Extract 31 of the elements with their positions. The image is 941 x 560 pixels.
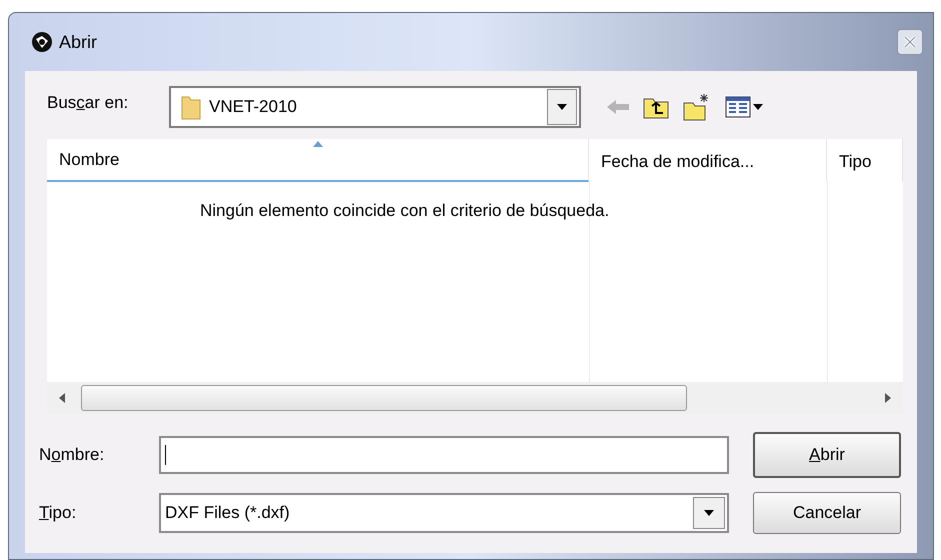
- dropdown-button[interactable]: [693, 497, 725, 529]
- scrollbar-thumb[interactable]: [81, 385, 687, 411]
- file-name-field[interactable]: [159, 436, 729, 474]
- window-title: Abrir: [59, 30, 98, 54]
- caret-icon: [704, 510, 714, 516]
- new-folder-icon[interactable]: [683, 93, 711, 121]
- folder-name: VNET-2010: [209, 96, 298, 118]
- close-button[interactable]: [897, 29, 923, 55]
- file-type-dropdown[interactable]: DXF Files (*.dxf): [159, 493, 729, 533]
- view-menu-icon[interactable]: [725, 96, 751, 118]
- column-header[interactable]: Tipo: [827, 139, 903, 182]
- caret-icon[interactable]: [753, 104, 763, 110]
- open-button[interactable]: Abrir: [753, 432, 901, 478]
- file-name-label: Nombre:: [39, 444, 106, 466]
- sort-arrow-icon: [313, 141, 323, 147]
- caret-icon: [557, 104, 567, 110]
- look-in-dropdown[interactable]: VNET-2010: [169, 86, 581, 128]
- scroll-right-icon[interactable]: [885, 393, 891, 403]
- file-type-label: Tipo:: [39, 502, 78, 524]
- file-type-value: DXF Files (*.dxf): [165, 502, 291, 524]
- horizontal-scrollbar[interactable]: [47, 382, 903, 414]
- app-logo-icon: [31, 31, 53, 53]
- column-header[interactable]: Nombre: [47, 139, 589, 182]
- look-in-label: Buscar en:: [46, 92, 130, 114]
- folder-icon: [181, 94, 201, 120]
- column-header[interactable]: Fecha de modifica...: [589, 139, 827, 182]
- close-icon: [903, 35, 917, 49]
- scroll-left-icon[interactable]: [59, 393, 65, 403]
- cancel-button[interactable]: Cancelar: [753, 492, 901, 534]
- dropdown-button[interactable]: [547, 89, 577, 125]
- empty-list-message: Ningún elemento coincide con el criterio de búsqueda.: [200, 200, 610, 222]
